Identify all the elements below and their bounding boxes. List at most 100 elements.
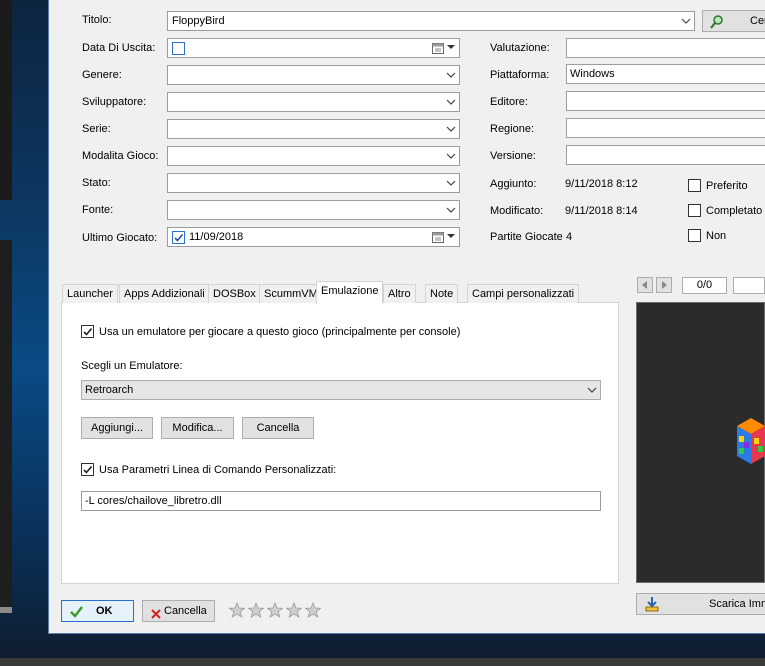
search-icon [709,14,725,37]
use-emulator-checkbox[interactable] [81,325,94,338]
image-preview [636,302,765,583]
star-icon[interactable] [228,601,246,618]
data-uscita-checkbox[interactable] [172,42,185,55]
fonte-combobox[interactable] [167,200,460,220]
search-button[interactable]: Cer [702,10,765,32]
data-uscita-datepicker[interactable] [167,38,460,58]
caret-down-icon[interactable] [447,42,455,55]
titolo-value: FloppyBird [172,15,225,27]
editore-field[interactable] [566,91,765,111]
custom-params-value: -L cores/chailove_libretro.dll [85,495,222,507]
titolo-combobox[interactable]: FloppyBird [167,11,695,31]
chevron-down-icon[interactable] [446,178,456,188]
taskbar [0,658,765,666]
star-icon[interactable] [266,601,284,618]
genere-label: Genere: [82,69,122,81]
background-window [0,240,12,610]
serie-label: Serie: [82,123,111,135]
star-icon[interactable] [304,601,322,618]
tab-emulazione[interactable]: Emulazione [316,281,384,304]
preferito-label: Preferito [706,180,748,192]
add-emulator-button[interactable]: Aggiungi... [81,417,153,439]
image-type-field[interactable] [733,277,765,294]
cube-logo-icon [737,418,765,464]
custom-params-checkbox[interactable] [81,463,94,476]
next-image-button[interactable] [656,277,672,293]
emulation-tab-panel [61,302,619,584]
ultimo-giocato-label: Ultimo Giocato: [82,232,158,244]
custom-params-label: Usa Parametri Linea di Comando Personali… [99,464,337,476]
use-emulator-label: Usa un emulatore per giocare a questo gi… [99,326,461,338]
image-counter: 0/0 [682,277,727,294]
chevron-down-icon[interactable] [446,205,456,215]
aggiunto-value: 9/11/2018 8:12 [565,178,638,190]
genere-combobox[interactable] [167,65,460,85]
tab-dosbox[interactable]: DOSBox [208,284,261,303]
download-image-button[interactable]: Scarica Imm [636,593,765,615]
non-checkbox[interactable] [688,229,701,242]
calendar-icon[interactable] [432,231,444,243]
caret-down-icon[interactable] [447,231,455,244]
serie-combobox[interactable] [167,119,460,139]
valutazione-field[interactable] [566,38,765,58]
chevron-down-icon[interactable] [446,124,456,134]
cancel-button[interactable]: Cancella [142,600,215,622]
chevron-down-icon[interactable] [587,385,597,395]
arrow-left-icon [642,281,647,289]
download-icon [644,596,660,619]
modificato-value: 9/11/2018 8:14 [565,205,638,217]
partite-label: Partite Giocate [490,231,563,243]
valutazione-label: Valutazione: [490,42,550,54]
modificato-label: Modificato: [490,205,544,217]
piattaforma-field[interactable]: Windows [566,64,765,84]
preferito-checkbox[interactable] [688,179,701,192]
modalita-combobox[interactable] [167,146,460,166]
stato-combobox[interactable] [167,173,460,193]
completato-checkbox[interactable] [688,204,701,217]
regione-label: Regione: [490,123,535,135]
star-icon[interactable] [285,601,303,618]
completato-label: Completato [706,205,763,217]
titolo-label: Titolo: [82,14,112,26]
emulator-select[interactable]: Retroarch [81,380,601,400]
ok-label: OK [96,605,113,617]
tab-note[interactable]: Note [425,284,459,303]
chevron-down-icon[interactable] [446,70,456,80]
chevron-down-icon[interactable] [446,151,456,161]
tab-scummvm[interactable]: ScummVM [259,284,323,303]
chevron-down-icon[interactable] [446,97,456,107]
download-image-label: Scarica Imm [709,598,765,610]
piattaforma-label: Piattaforma: [490,69,550,81]
calendar-icon[interactable] [432,42,444,54]
non-label: Non [706,230,727,242]
emulator-value: Retroarch [85,384,134,396]
fonte-label: Fonte: [82,204,114,216]
checkmark-icon [70,605,83,625]
chevron-down-icon[interactable] [681,16,691,26]
tab-launcher[interactable]: Launcher [62,284,118,303]
prev-image-button[interactable] [637,277,653,293]
tab-altro[interactable]: Altro [383,284,416,303]
stato-label: Stato: [82,177,111,189]
arrow-right-icon [662,281,667,289]
sviluppatore-label: Sviluppatore: [82,96,147,108]
ok-button[interactable]: OK [61,600,134,622]
star-icon[interactable] [247,601,265,618]
modalita-label: Modalita Gioco: [82,150,159,162]
ultimo-giocato-checkbox[interactable] [172,231,185,244]
edit-emulator-button[interactable]: Modifica... [161,417,234,439]
sviluppatore-combobox[interactable] [167,92,460,112]
background-window [0,0,12,200]
tab-apps-addizionali[interactable]: Apps Addizionali [119,284,210,303]
ultimo-giocato-datepicker[interactable]: 11/09/2018 [167,227,460,247]
ultimo-giocato-value: 11/09/2018 [189,231,244,243]
piattaforma-value: Windows [570,68,615,80]
editore-label: Editore: [490,96,528,108]
versione-label: Versione: [490,150,536,162]
tab-campi-personalizzati[interactable]: Campi personalizzati [467,284,580,303]
regione-field[interactable] [566,118,765,138]
versione-field[interactable] [566,145,765,165]
custom-params-field[interactable]: -L cores/chailove_libretro.dll [81,491,601,511]
partite-value: 4 [566,231,573,243]
delete-emulator-button[interactable]: Cancella [242,417,314,439]
